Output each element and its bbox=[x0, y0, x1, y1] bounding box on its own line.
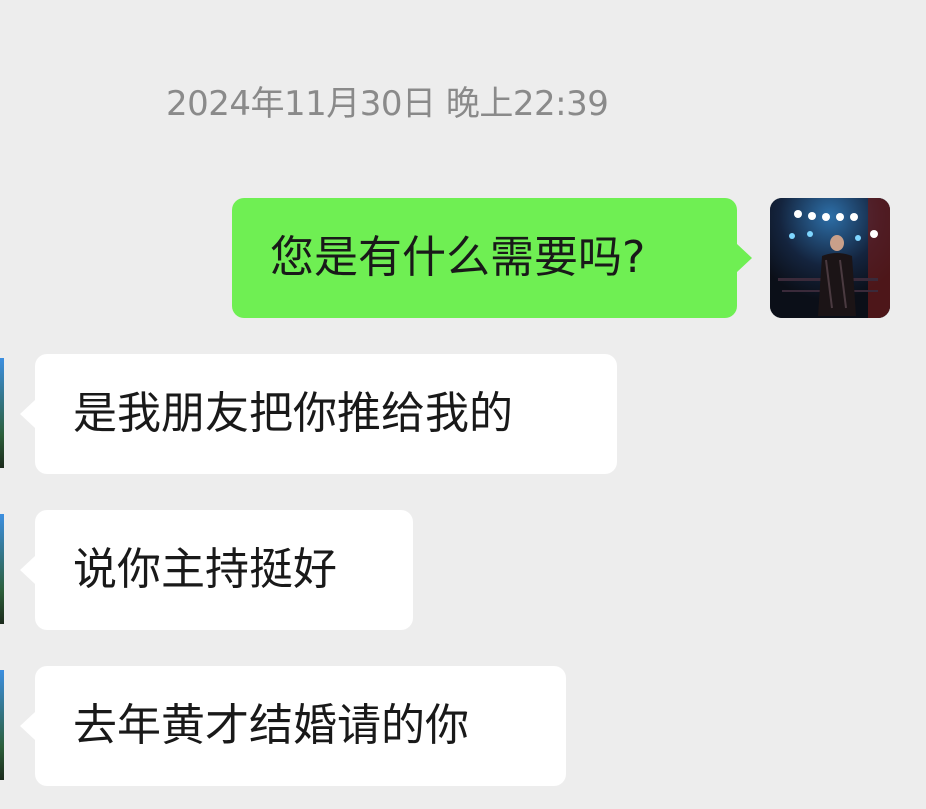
peer-avatar[interactable] bbox=[0, 670, 4, 780]
message-text: 您是有什么需要吗? bbox=[270, 232, 646, 283]
incoming-message-bubble[interactable]: 去年黄才结婚请的你 bbox=[35, 666, 566, 786]
bubble-tail bbox=[737, 244, 752, 272]
bubble-tail bbox=[20, 556, 35, 584]
message-text: 去年黄才结婚请的你 bbox=[73, 700, 469, 751]
incoming-message-bubble[interactable]: 说你主持挺好 bbox=[35, 510, 413, 630]
self-avatar[interactable] bbox=[770, 198, 890, 318]
incoming-message-bubble[interactable]: 是我朋友把你推给我的 bbox=[35, 354, 617, 474]
peer-avatar[interactable] bbox=[0, 514, 4, 624]
chat-view: 2024年11月30日 晚上22:39 您是有什么需要吗? 是我朋友把你推给我的… bbox=[0, 0, 926, 809]
message-text: 说你主持挺好 bbox=[73, 544, 337, 595]
bubble-tail bbox=[20, 400, 35, 428]
stage-performer-avatar-icon bbox=[770, 198, 890, 318]
outgoing-message-bubble[interactable]: 您是有什么需要吗? bbox=[232, 198, 737, 318]
message-text: 是我朋友把你推给我的 bbox=[73, 388, 513, 439]
message-timestamp: 2024年11月30日 晚上22:39 bbox=[166, 84, 609, 124]
peer-avatar[interactable] bbox=[0, 358, 4, 468]
bubble-tail bbox=[20, 712, 35, 740]
